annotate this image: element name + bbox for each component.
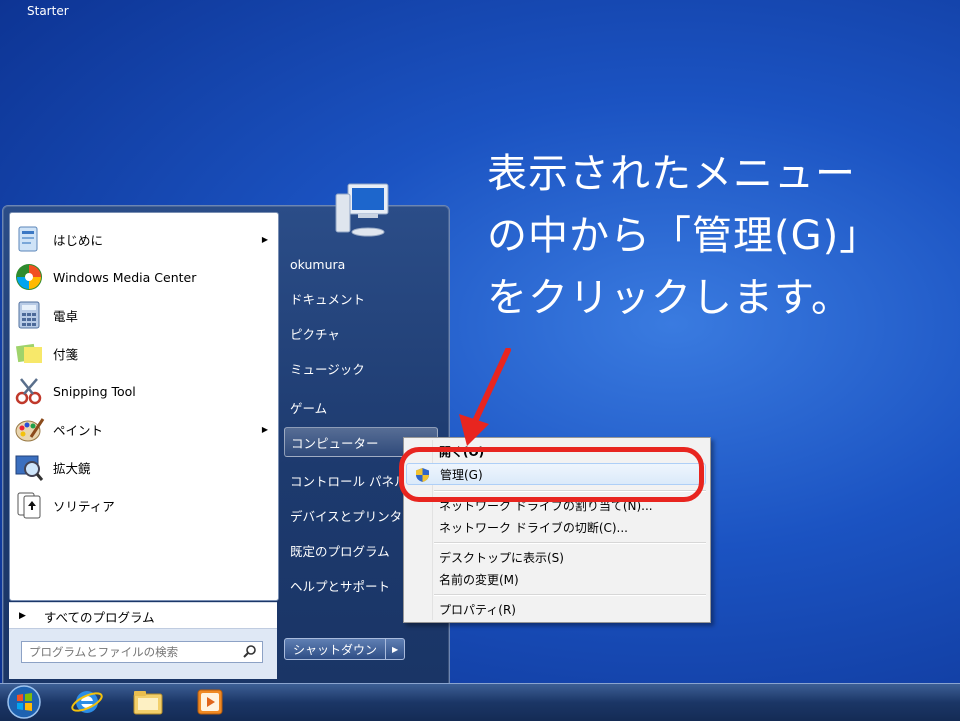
edition-label: Starter: [27, 4, 69, 18]
submenu-arrow-icon[interactable]: ▶: [262, 425, 268, 434]
menu-item-properties[interactable]: プロパティ(R): [406, 598, 706, 620]
search-box[interactable]: [21, 641, 263, 663]
triangle-right-icon: ▶: [19, 611, 26, 621]
program-snipping-tool[interactable]: Snipping Tool: [10, 373, 278, 409]
program-getting-started[interactable]: はじめに ▶: [10, 221, 278, 257]
instruction-caption: 表示されたメニュー の中から「管理(G)」 をクリックします。: [487, 143, 947, 329]
internet-explorer-icon[interactable]: [69, 686, 105, 718]
magnifier-icon: [15, 455, 44, 481]
shutdown-options-arrow-icon[interactable]: ▶: [386, 638, 406, 660]
program-label: Snipping Tool: [53, 383, 136, 399]
menu-item-label: デスクトップに表示(S): [439, 550, 564, 565]
sticky-notes-icon: [15, 343, 42, 363]
all-programs-button[interactable]: ▶ すべてのプログラム: [9, 602, 277, 629]
menu-item-disconnect-network-drive[interactable]: ネットワーク ドライブの切断(C)...: [406, 516, 706, 538]
paint-icon: [15, 418, 45, 442]
media-center-icon: [16, 264, 42, 290]
instruction-line-1: 表示されたメニュー: [487, 151, 856, 197]
documents-link[interactable]: ドキュメント: [284, 283, 438, 313]
menu-separator: [434, 594, 706, 596]
program-label: 付箋: [53, 346, 79, 362]
music-link[interactable]: ミュージック: [284, 353, 438, 383]
user-name-link[interactable]: okumura: [284, 249, 438, 279]
instruction-line-2: の中から「管理(G)」: [487, 213, 881, 259]
pointer-arrow-icon: [459, 348, 511, 446]
menu-item-label: プロパティ(R): [439, 602, 516, 617]
program-label: はじめに: [53, 232, 104, 248]
pictures-link[interactable]: ピクチャ: [284, 318, 438, 348]
instruction-line-3: をクリックします。: [487, 275, 852, 321]
getting-started-icon: [18, 226, 38, 252]
media-player-icon[interactable]: [192, 686, 228, 718]
submenu-arrow-icon[interactable]: ▶: [262, 235, 268, 244]
search-input[interactable]: [27, 644, 241, 660]
search-area: [9, 628, 277, 679]
start-orb-icon[interactable]: [5, 684, 43, 720]
menu-item-show-on-desktop[interactable]: デスクトップに表示(S): [406, 546, 706, 568]
menu-item-rename[interactable]: 名前の変更(M): [406, 568, 706, 590]
pinned-programs-pane: はじめに ▶ Windows Media Center 電卓 付箋 Snippi…: [9, 212, 279, 601]
snipping-tool-icon: [15, 378, 42, 405]
program-paint[interactable]: ペイント ▶: [10, 411, 278, 447]
shutdown-button[interactable]: シャットダウン: [284, 638, 387, 660]
shutdown-group: シャットダウン ▶: [284, 638, 406, 660]
menu-item-label: 名前の変更(M): [439, 572, 519, 587]
program-solitaire[interactable]: ソリティア: [10, 487, 278, 523]
user-picture-computer-icon: [335, 183, 389, 237]
program-label: 電卓: [53, 308, 79, 324]
highlight-ring: [399, 447, 704, 502]
calculator-icon: [18, 301, 40, 329]
program-sticky-notes[interactable]: 付箋: [10, 335, 278, 371]
program-calculator[interactable]: 電卓: [10, 297, 278, 333]
program-label: Windows Media Center: [53, 269, 197, 285]
program-magnifier[interactable]: 拡大鏡: [10, 449, 278, 485]
menu-item-label: ネットワーク ドライブの切断(C)...: [439, 520, 629, 535]
solitaire-icon: [17, 492, 41, 519]
all-programs-label: すべてのプログラム: [43, 609, 155, 625]
program-label: 拡大鏡: [53, 460, 91, 476]
menu-separator: [434, 542, 706, 544]
search-icon[interactable]: [243, 644, 257, 658]
program-label: ペイント: [53, 422, 104, 438]
program-media-center[interactable]: Windows Media Center: [10, 259, 278, 295]
games-link[interactable]: ゲーム: [284, 392, 438, 422]
file-explorer-icon[interactable]: [130, 686, 166, 718]
program-label: ソリティア: [53, 498, 115, 514]
